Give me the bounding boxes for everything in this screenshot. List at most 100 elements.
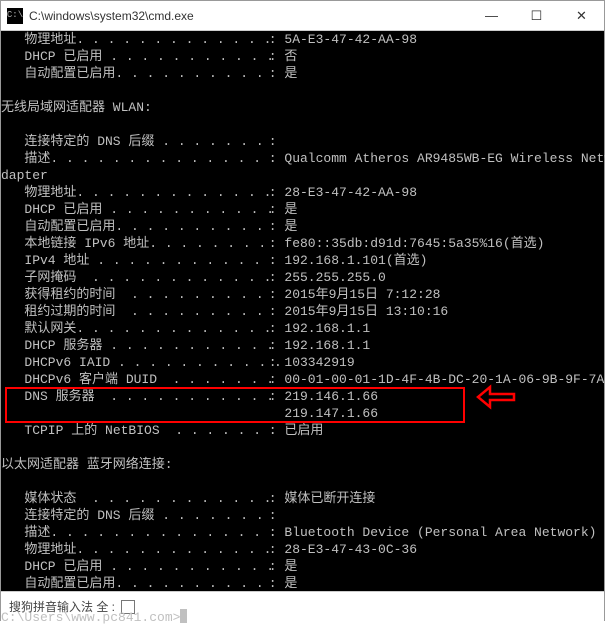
line-label: 连接特定的 DNS 后缀 . . . . . . . bbox=[1, 133, 261, 150]
terminal-line: 本地链接 IPv6 地址. . . . . . . . : fe80::35db… bbox=[1, 235, 604, 252]
maximize-button[interactable]: ☐ bbox=[514, 1, 559, 30]
terminal-line: 自动配置已启用. . . . . . . . . . : 是 bbox=[1, 218, 604, 235]
terminal-line: DHCPv6 IAID . . . . . . . . . . . : 1033… bbox=[1, 354, 604, 371]
line-label: 本地链接 IPv6 地址. . . . . . . . bbox=[1, 235, 261, 252]
terminal-line: DHCPv6 客户端 DUID . . . . . . . : 00-01-00… bbox=[1, 371, 604, 388]
line-separator: : bbox=[261, 150, 284, 167]
line-label: DHCPv6 客户端 DUID . . . . . . . bbox=[1, 371, 261, 388]
line-value: 192.168.1.101(首选) bbox=[284, 252, 427, 269]
line-value: 是 bbox=[284, 218, 297, 235]
line-label: 物理地址. . . . . . . . . . . . . bbox=[1, 184, 261, 201]
terminal-line: 默认网关. . . . . . . . . . . . . : 192.168.… bbox=[1, 320, 604, 337]
line-value: 28-E3-47-43-0C-36 bbox=[284, 541, 417, 558]
line-value: 2015年9月15日 7:12:28 bbox=[284, 286, 440, 303]
line-value: 媒体已断开连接 bbox=[284, 490, 375, 507]
line-value: 是 bbox=[284, 558, 297, 575]
line-separator: : bbox=[261, 235, 284, 252]
terminal-line: 描述. . . . . . . . . . . . . . . : Qualco… bbox=[1, 150, 604, 167]
line-separator: : bbox=[261, 490, 284, 507]
blank-line bbox=[1, 116, 604, 133]
line-separator: : bbox=[261, 31, 284, 48]
line-separator: : bbox=[261, 65, 284, 82]
terminal-line: IPv4 地址 . . . . . . . . . . . . : 192.16… bbox=[1, 252, 604, 269]
window-title: C:\windows\system32\cmd.exe bbox=[29, 9, 469, 23]
close-button[interactable]: ✕ bbox=[559, 1, 604, 30]
line-separator: : bbox=[261, 371, 284, 388]
line-label: 自动配置已启用. . . . . . . . . . bbox=[1, 575, 261, 592]
line-separator: : bbox=[261, 184, 284, 201]
line-value: 已启用 bbox=[284, 422, 323, 439]
line-label: 连接特定的 DNS 后缀 . . . . . . . bbox=[1, 507, 261, 524]
line-separator: : bbox=[261, 337, 284, 354]
terminal-line: 连接特定的 DNS 后缀 . . . . . . . : bbox=[1, 133, 604, 150]
line-value: 219.146.1.66 bbox=[284, 388, 378, 405]
terminal-line: TCPIP 上的 NetBIOS . . . . . . . : 已启用 bbox=[1, 422, 604, 439]
window-titlebar: C:\ C:\windows\system32\cmd.exe — ☐ ✕ bbox=[1, 1, 604, 31]
line-label: 媒体状态 . . . . . . . . . . . . bbox=[1, 490, 261, 507]
terminal-line: 物理地址. . . . . . . . . . . . . : 5A-E3-47… bbox=[1, 31, 604, 48]
terminal-line: 物理地址. . . . . . . . . . . . . : 28-E3-47… bbox=[1, 184, 604, 201]
line-separator: : bbox=[261, 558, 284, 575]
line-value: 2015年9月15日 13:10:16 bbox=[284, 303, 448, 320]
line-label: 获得租约的时间 . . . . . . . . . bbox=[1, 286, 261, 303]
line-label: DHCP 已启用 . . . . . . . . . . . bbox=[1, 48, 261, 65]
line-label: 描述. . . . . . . . . . . . . . . bbox=[1, 524, 261, 541]
cmd-icon: C:\ bbox=[7, 8, 23, 24]
line-separator: : bbox=[261, 507, 284, 524]
terminal-line: 媒体状态 . . . . . . . . . . . . : 媒体已断开连接 bbox=[1, 490, 604, 507]
prompt-text: C:\Users\www.pc841.com> bbox=[1, 609, 180, 626]
line-value: fe80::35db:d91d:7645:5a35%16(首选) bbox=[284, 235, 544, 252]
line-value: 192.168.1.1 bbox=[284, 337, 370, 354]
section-header: 无线局域网适配器 WLAN: bbox=[1, 99, 604, 116]
terminal-line: 描述. . . . . . . . . . . . . . . : Blueto… bbox=[1, 524, 604, 541]
line-separator: : bbox=[261, 388, 284, 405]
line-separator: : bbox=[261, 252, 284, 269]
line-separator: : bbox=[261, 320, 284, 337]
line-value: 255.255.255.0 bbox=[284, 269, 385, 286]
line-separator: : bbox=[261, 422, 284, 439]
terminal-line: DNS 服务器 . . . . . . . . . . . : 219.146.… bbox=[1, 388, 604, 405]
line-label: 物理地址. . . . . . . . . . . . . bbox=[1, 541, 261, 558]
terminal-line: 物理地址. . . . . . . . . . . . . : 28-E3-47… bbox=[1, 541, 604, 558]
section-header: 以太网适配器 蓝牙网络连接: bbox=[1, 456, 604, 473]
line-label: 默认网关. . . . . . . . . . . . . bbox=[1, 320, 261, 337]
line-value: 219.147.1.66 bbox=[284, 405, 378, 422]
line-label: dapter bbox=[1, 167, 261, 184]
line-value: 是 bbox=[284, 201, 297, 218]
line-separator: : bbox=[261, 218, 284, 235]
line-label: 物理地址. . . . . . . . . . . . . bbox=[1, 31, 261, 48]
line-label: 自动配置已启用. . . . . . . . . . bbox=[1, 65, 261, 82]
line-label: DHCP 服务器 . . . . . . . . . . . bbox=[1, 337, 261, 354]
terminal-line: 自动配置已启用. . . . . . . . . . : 是 bbox=[1, 65, 604, 82]
line-separator: : bbox=[261, 201, 284, 218]
line-separator: : bbox=[261, 575, 284, 592]
terminal-line: DHCP 已启用 . . . . . . . . . . . : 是 bbox=[1, 201, 604, 218]
line-label: DNS 服务器 . . . . . . . . . . . bbox=[1, 388, 261, 405]
terminal-line: DHCP 已启用 . . . . . . . . . . . : 是 bbox=[1, 558, 604, 575]
terminal-output[interactable]: 物理地址. . . . . . . . . . . . . : 5A-E3-47… bbox=[1, 31, 604, 591]
line-value: 00-01-00-01-1D-4F-4B-DC-20-1A-06-9B-9F-7… bbox=[284, 371, 604, 388]
line-label bbox=[1, 405, 261, 422]
terminal-line: DHCP 已启用 . . . . . . . . . . . : 否 bbox=[1, 48, 604, 65]
minimize-button[interactable]: — bbox=[469, 1, 514, 30]
line-value: Bluetooth Device (Personal Area Network) bbox=[284, 524, 596, 541]
line-label: 子网掩码 . . . . . . . . . . . . bbox=[1, 269, 261, 286]
line-separator: : bbox=[261, 541, 284, 558]
prompt-line[interactable]: C:\Users\www.pc841.com> bbox=[1, 609, 604, 626]
terminal-line: 连接特定的 DNS 后缀 . . . . . . . : bbox=[1, 507, 604, 524]
line-separator: : bbox=[261, 354, 284, 371]
line-label: 租约过期的时间 . . . . . . . . . bbox=[1, 303, 261, 320]
line-label: TCPIP 上的 NetBIOS . . . . . . . bbox=[1, 422, 261, 439]
line-value: 是 bbox=[284, 65, 297, 82]
blank-line bbox=[1, 82, 604, 99]
line-value: 192.168.1.1 bbox=[284, 320, 370, 337]
terminal-line: DHCP 服务器 . . . . . . . . . . . : 192.168… bbox=[1, 337, 604, 354]
terminal-line: 获得租约的时间 . . . . . . . . . : 2015年9月15日 7… bbox=[1, 286, 604, 303]
blank-line bbox=[1, 592, 604, 609]
line-separator: : bbox=[261, 303, 284, 320]
line-label: IPv4 地址 . . . . . . . . . . . . bbox=[1, 252, 261, 269]
line-label: 自动配置已启用. . . . . . . . . . bbox=[1, 218, 261, 235]
line-label: DHCP 已启用 . . . . . . . . . . . bbox=[1, 201, 261, 218]
line-separator: : bbox=[261, 269, 284, 286]
line-separator: : bbox=[261, 133, 284, 150]
